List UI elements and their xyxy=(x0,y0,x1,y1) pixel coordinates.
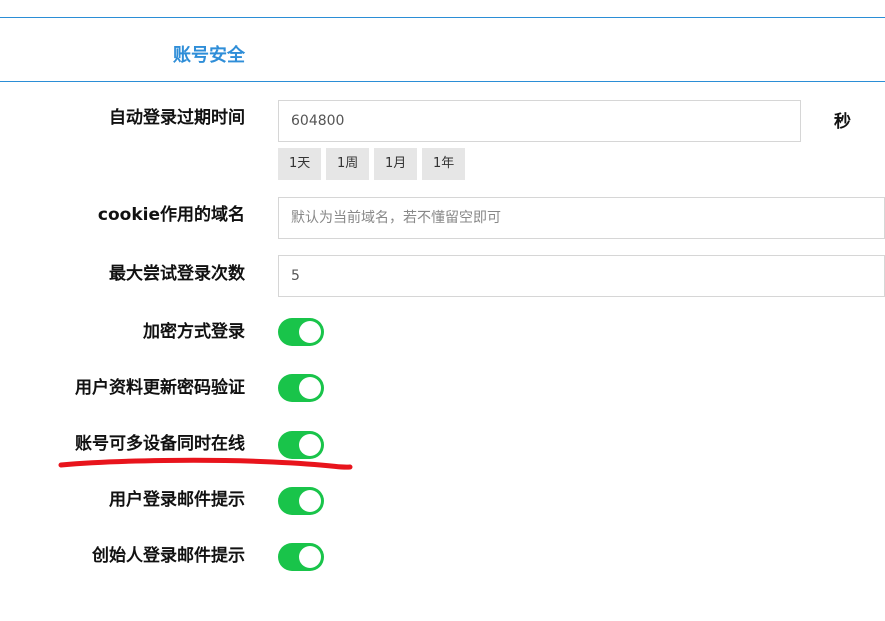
profile-update-password-verify-label: 用户资料更新密码验证 xyxy=(75,378,245,398)
max-login-attempts-input[interactable] xyxy=(278,255,885,297)
cookie-domain-input[interactable] xyxy=(278,197,885,239)
toggle-knob xyxy=(299,321,321,343)
quick-1-week-button[interactable]: 1周 xyxy=(326,148,370,180)
section-title: 账号安全 xyxy=(173,45,245,66)
founder-login-email-notice-toggle[interactable] xyxy=(278,543,324,571)
cookie-domain-label: cookie作用的域名 xyxy=(97,205,245,225)
user-login-email-notice-label: 用户登录邮件提示 xyxy=(109,490,245,510)
quick-1-year-button[interactable]: 1年 xyxy=(422,148,466,180)
founder-login-email-notice-label: 创始人登录邮件提示 xyxy=(92,546,245,566)
auto-login-expire-unit: 秒 xyxy=(834,112,851,132)
section-divider xyxy=(0,81,885,82)
toggle-knob xyxy=(299,377,321,399)
quick-1-day-button[interactable]: 1天 xyxy=(278,148,322,180)
red-underline-annotation xyxy=(58,457,353,470)
toggle-knob xyxy=(299,434,321,456)
profile-update-password-verify-toggle[interactable] xyxy=(278,374,324,402)
auto-login-expire-label: 自动登录过期时间 xyxy=(109,108,245,128)
quick-1-month-button[interactable]: 1月 xyxy=(374,148,418,180)
auto-login-expire-input[interactable] xyxy=(278,100,801,142)
encrypted-login-toggle[interactable] xyxy=(278,318,324,346)
max-login-attempts-label: 最大尝试登录次数 xyxy=(109,264,245,284)
encrypted-login-label: 加密方式登录 xyxy=(143,322,245,342)
top-divider xyxy=(0,17,885,18)
user-login-email-notice-toggle[interactable] xyxy=(278,487,324,515)
toggle-knob xyxy=(299,490,321,512)
toggle-knob xyxy=(299,546,321,568)
multi-device-online-label: 账号可多设备同时在线 xyxy=(75,434,245,454)
